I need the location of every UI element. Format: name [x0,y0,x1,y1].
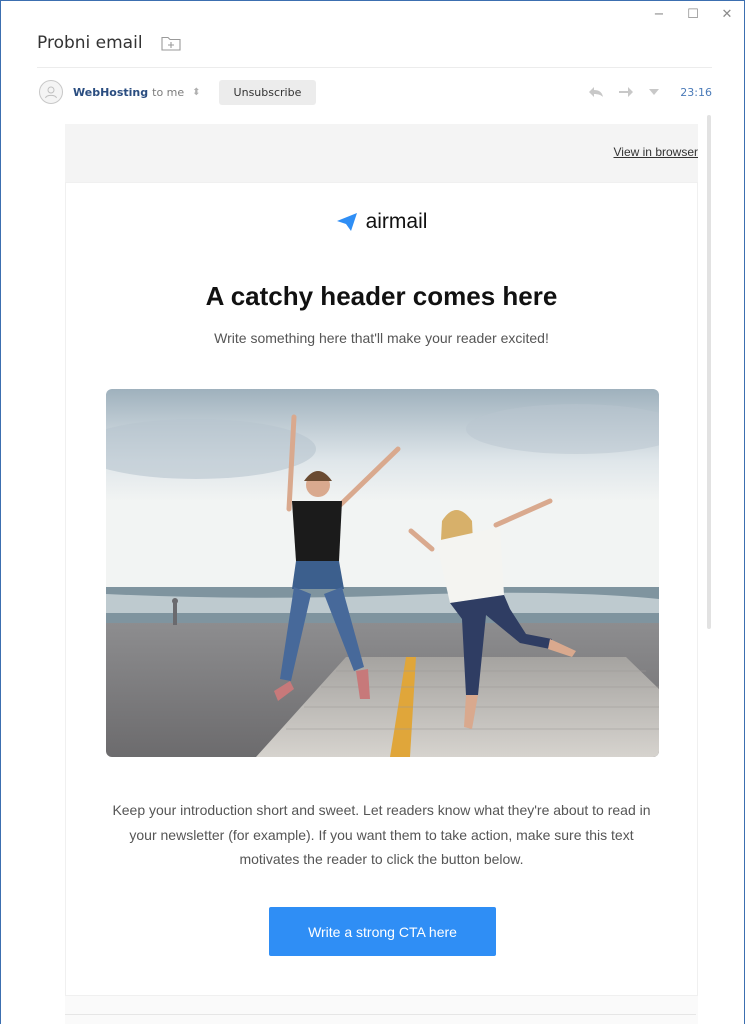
window-controls: − ☐ ✕ [652,7,734,22]
email-subject: Probni email [37,33,143,53]
close-button[interactable]: ✕ [720,7,734,22]
newsletter-subheadline: Write something here that'll make your r… [214,330,549,346]
unsubscribe-button[interactable]: Unsubscribe [218,79,317,105]
reply-icon[interactable] [588,86,604,98]
email-body: View in browser airmail A catchy header … [65,124,698,1024]
user-icon [45,86,57,99]
intro-paragraph: Keep your introduction short and sweet. … [112,802,651,867]
move-to-folder-icon[interactable] [160,35,181,51]
maximize-button[interactable]: ☐ [686,7,700,22]
cta-button[interactable]: Write a strong CTA here [269,907,496,956]
footer-divider [65,1014,696,1015]
minimize-button[interactable]: − [652,7,666,22]
brand-logo: airmail [66,210,697,234]
newsletter-headline: A catchy header comes here [205,281,558,311]
scrollbar-thumb[interactable] [707,115,711,629]
beach-photo [106,389,659,757]
paper-plane-icon [336,213,357,231]
preheader-bar: View in browser [65,124,698,182]
avatar[interactable] [39,80,63,104]
recipient-label: to me [152,85,185,99]
received-time: 23:16 [680,85,712,99]
title-row: Probni email [37,33,181,53]
message-actions: 23:16 [588,86,712,99]
expand-details-icon[interactable]: ⬍ [192,87,200,98]
newsletter-card: airmail A catchy header comes here Write… [65,182,698,996]
email-window: − ☐ ✕ Probni email WebHosting to me ⬍ Un… [0,0,745,1024]
brand-name: airmail [365,210,428,233]
sender-row: WebHosting to me ⬍ Unsubscribe 23:16 [39,79,712,105]
header-divider [37,67,712,68]
chevron-down-icon[interactable] [648,88,660,96]
view-in-browser-link[interactable]: View in browser [614,145,698,159]
hero-image [106,389,659,757]
forward-icon[interactable] [618,86,634,98]
sender-name[interactable]: WebHosting [73,86,148,99]
